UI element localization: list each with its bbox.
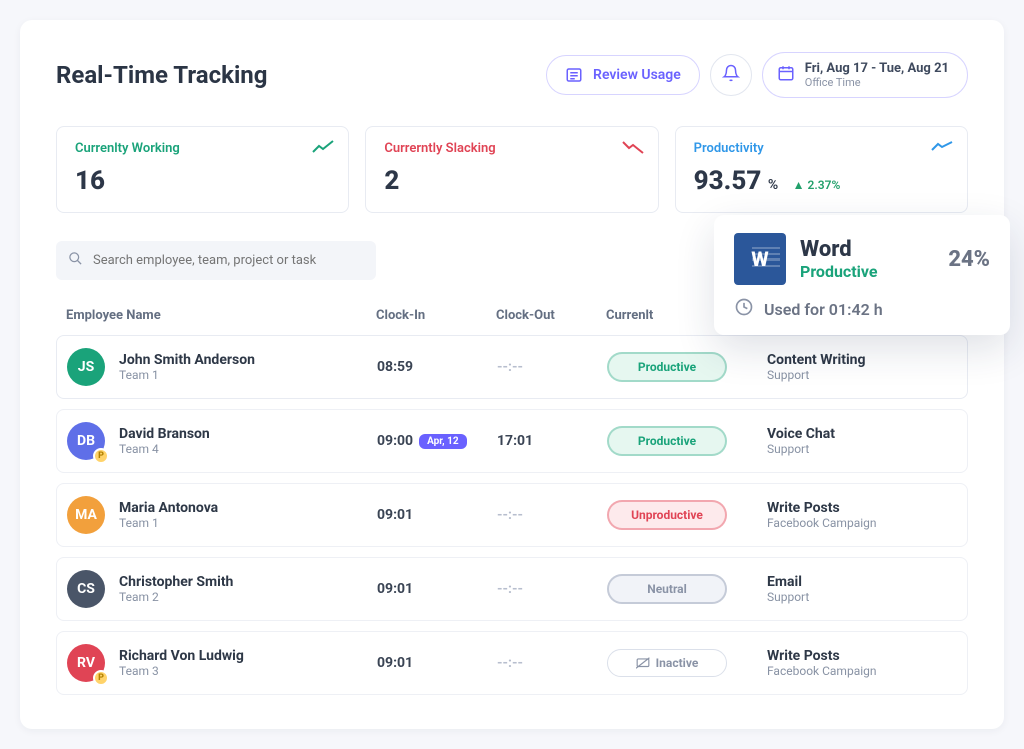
stat-slacking-label: Currerntly Slacking — [384, 141, 639, 156]
popover-duration: Used for 01:42 h — [764, 300, 883, 319]
notifications-button[interactable] — [710, 54, 752, 96]
date-range-text: Fri, Aug 17 - Tue, Aug 21 — [805, 61, 949, 76]
project-name: Write Posts — [767, 500, 957, 516]
clock-in-value: 09:00Apr, 12 — [377, 433, 497, 449]
stat-slacking[interactable]: Currerntly Slacking 2 — [365, 126, 658, 213]
app-usage-popover: W Word Productive 24% Used for 01:42 h — [714, 215, 1010, 335]
project-name: Email — [767, 574, 957, 590]
stat-productivity-delta: ▲ 2.37% — [793, 178, 841, 192]
stat-working-label: Currenlty Working — [75, 141, 330, 156]
header: Real-Time Tracking Review Usage Fri, Aug… — [56, 52, 968, 98]
project-name: Write Posts — [767, 648, 957, 664]
trend-line-icon — [931, 139, 953, 158]
employee-name: Maria Antonova — [119, 500, 218, 516]
table-row[interactable]: JS John Smith Anderson Team 1 08:59 --:-… — [56, 335, 968, 399]
search-icon — [68, 251, 83, 270]
table-body: JS John Smith Anderson Team 1 08:59 --:-… — [56, 335, 968, 695]
header-actions: Review Usage Fri, Aug 17 - Tue, Aug 21 O… — [546, 52, 968, 98]
table-row[interactable]: RVP Richard Von Ludwig Team 3 09:01 --:-… — [56, 631, 968, 695]
employee-team: Team 3 — [119, 664, 244, 678]
project-category: Support — [767, 368, 957, 382]
status-badge: Neutral — [607, 574, 727, 604]
employee-name: John Smith Anderson — [119, 352, 255, 368]
tracking-panel: Real-Time Tracking Review Usage Fri, Aug… — [20, 20, 1004, 729]
paused-badge: P — [93, 448, 109, 464]
stat-productivity-value: 93.57 % ▲ 2.37% — [694, 166, 949, 196]
clock-in-value: 09:01 — [377, 655, 497, 671]
project-category: Support — [767, 590, 957, 604]
project-name: Content Writing — [767, 352, 957, 368]
col-employee: Employee Name — [66, 308, 376, 323]
avatar: CS — [67, 570, 105, 608]
project-category: Support — [767, 442, 957, 456]
col-clock-in: Clock-In — [376, 308, 496, 323]
project-category: Facebook Campaign — [767, 516, 957, 530]
list-icon — [565, 66, 583, 84]
employee-team: Team 2 — [119, 590, 233, 604]
stat-productivity-number: 93.57 — [694, 166, 762, 196]
popover-percent: 24% — [948, 247, 990, 272]
bell-icon — [722, 64, 740, 86]
popover-app-name: Word — [800, 237, 878, 262]
trend-up-icon — [312, 139, 334, 158]
avatar: RVP — [67, 644, 105, 682]
clock-out-value: --:-- — [497, 507, 607, 523]
employee-name: David Branson — [119, 426, 210, 442]
table-row[interactable]: MA Maria Antonova Team 1 09:01 --:-- Unp… — [56, 483, 968, 547]
search-input[interactable] — [93, 253, 364, 268]
clock-out-value: 17:01 — [497, 433, 607, 449]
employee-team: Team 1 — [119, 516, 218, 530]
status-badge: Inactive — [607, 649, 727, 677]
stat-slacking-value: 2 — [384, 166, 639, 196]
status-badge: Unproductive — [607, 500, 727, 530]
date-chip: Apr, 12 — [419, 434, 467, 449]
employee-team: Team 4 — [119, 442, 210, 456]
clock-out-value: --:-- — [497, 581, 607, 597]
trend-down-icon — [622, 139, 644, 158]
stat-working-value: 16 — [75, 166, 330, 196]
employee-name: Richard Von Ludwig — [119, 648, 244, 664]
avatar: MA — [67, 496, 105, 534]
calendar-icon — [777, 64, 795, 86]
clock-in-value: 09:01 — [377, 507, 497, 523]
clock-in-value: 09:01 — [377, 581, 497, 597]
page-title: Real-Time Tracking — [56, 61, 267, 89]
project-name: Voice Chat — [767, 426, 957, 442]
date-range-subtext: Office Time — [805, 76, 949, 89]
clock-in-value: 08:59 — [377, 359, 497, 375]
col-clock-out: Clock-Out — [496, 308, 606, 323]
word-app-icon: W — [734, 233, 786, 285]
clock-icon — [734, 297, 754, 321]
review-usage-button[interactable]: Review Usage — [546, 55, 700, 95]
avatar: DBP — [67, 422, 105, 460]
popover-classification: Productive — [800, 262, 878, 281]
table-row[interactable]: DBP David Branson Team 4 09:00Apr, 12 17… — [56, 409, 968, 473]
clock-out-value: --:-- — [497, 359, 607, 375]
status-badge: Productive — [607, 426, 727, 456]
review-usage-label: Review Usage — [593, 67, 681, 83]
stat-productivity-unit: % — [768, 177, 778, 193]
stats-row: Currenlty Working 16 Currerntly Slacking… — [56, 126, 968, 213]
date-range-picker[interactable]: Fri, Aug 17 - Tue, Aug 21 Office Time — [762, 52, 968, 98]
status-badge: Productive — [607, 352, 727, 382]
employee-name: Christopher Smith — [119, 574, 233, 590]
paused-badge: P — [93, 670, 109, 686]
clock-out-value: --:-- — [497, 655, 607, 671]
avatar: JS — [67, 348, 105, 386]
search-box[interactable] — [56, 241, 376, 280]
project-category: Facebook Campaign — [767, 664, 957, 678]
stat-working[interactable]: Currenlty Working 16 — [56, 126, 349, 213]
stat-productivity-label: Productivity — [694, 141, 949, 156]
stat-productivity[interactable]: Productivity 93.57 % ▲ 2.37% — [675, 126, 968, 213]
employee-team: Team 1 — [119, 368, 255, 382]
table-row[interactable]: CS Christopher Smith Team 2 09:01 --:-- … — [56, 557, 968, 621]
